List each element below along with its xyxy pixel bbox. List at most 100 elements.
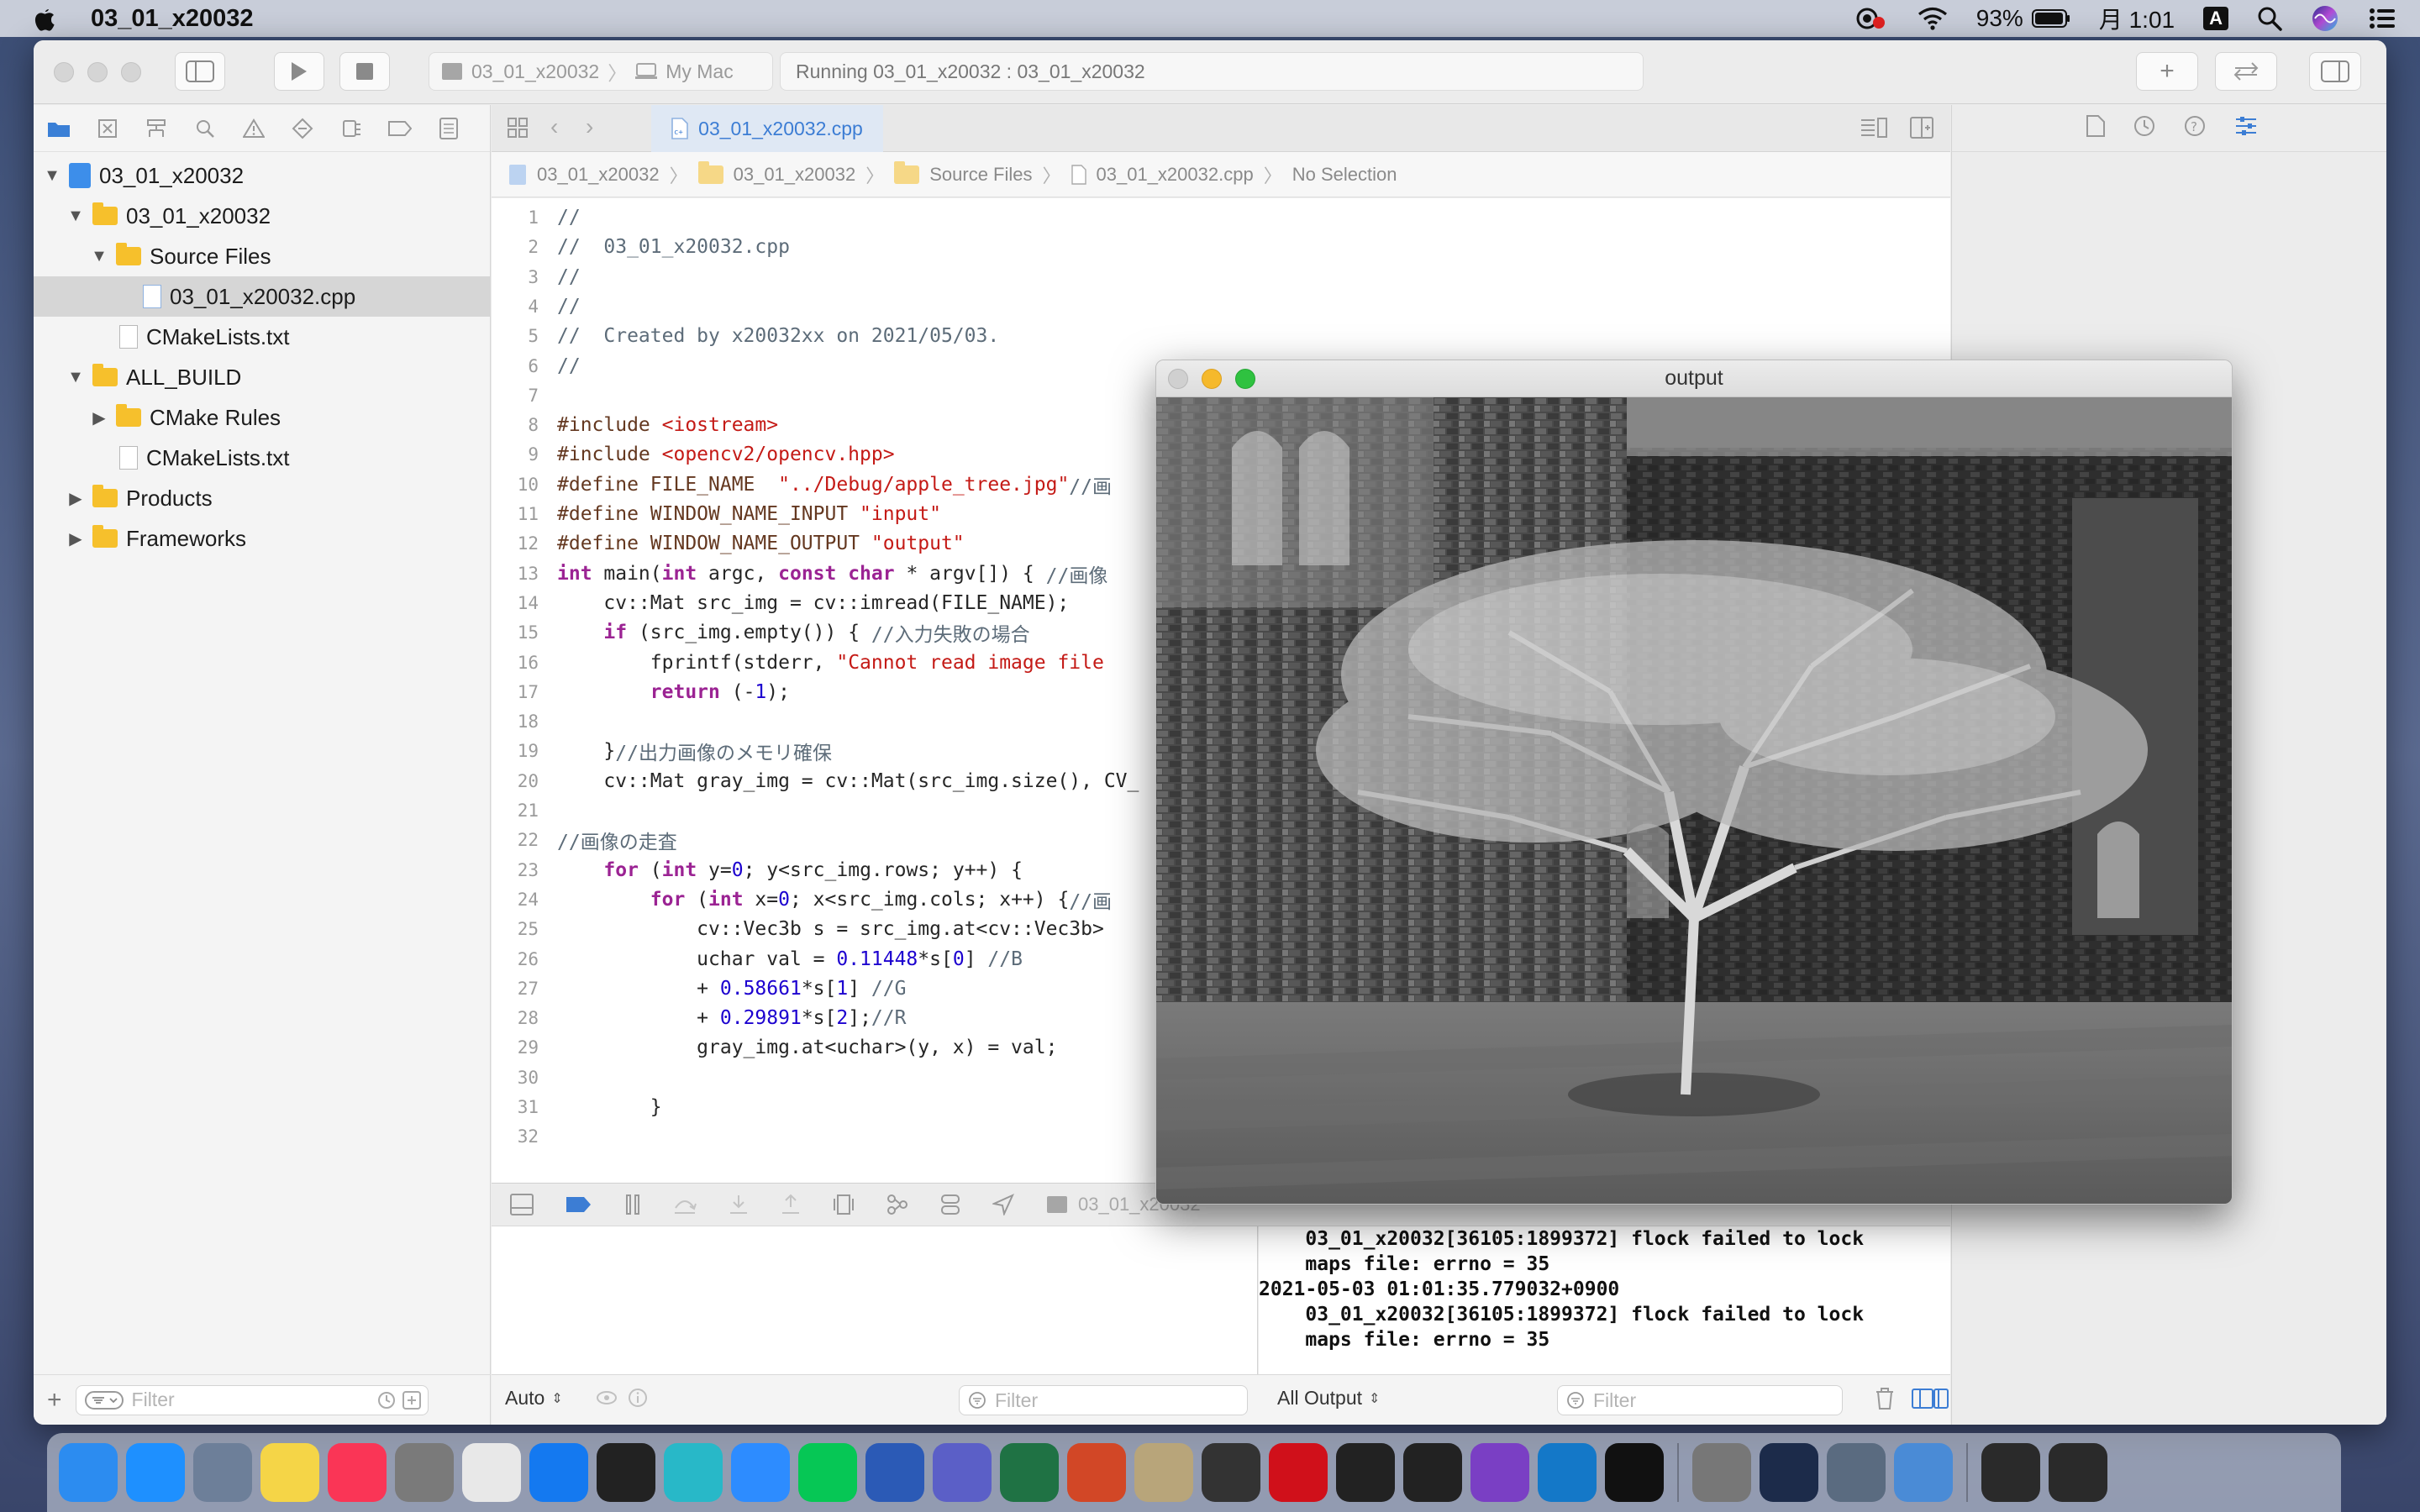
- variables-filter-input[interactable]: Filter: [959, 1385, 1248, 1415]
- code-line[interactable]: 30: [492, 1063, 557, 1092]
- code-line[interactable]: 23 for (int y= 0; y<src_img.rows; y++) {: [492, 856, 1023, 885]
- step-into-icon[interactable]: [729, 1194, 749, 1215]
- project-navigator-tab-icon[interactable]: [47, 117, 71, 140]
- clock[interactable]: 月 1:01: [2099, 2, 2175, 35]
- dock-app-exec-icon[interactable]: [2049, 1443, 2107, 1502]
- window-zoom-button[interactable]: [121, 62, 141, 82]
- scheme-selector[interactable]: 03_01_x20032 〉 My Mac: [429, 52, 773, 91]
- disclosure-collapsed-icon[interactable]: ▶: [66, 528, 86, 549]
- output-window-titlebar[interactable]: output: [1156, 360, 2232, 397]
- dock-app-notes-icon[interactable]: [260, 1443, 319, 1502]
- active-app-name[interactable]: 03_01_x20032: [91, 5, 254, 33]
- line-number[interactable]: 4: [492, 297, 557, 317]
- line-number[interactable]: 20: [492, 771, 557, 791]
- breakpoints-toggle-icon[interactable]: [566, 1195, 592, 1214]
- line-number[interactable]: 12: [492, 533, 557, 554]
- navigator-toggle-button[interactable]: [175, 52, 225, 91]
- source-control-tab-icon[interactable]: [96, 117, 119, 140]
- line-number[interactable]: 24: [492, 890, 557, 910]
- dock-app-exec-icon[interactable]: [1981, 1443, 2040, 1502]
- report-navigator-tab-icon[interactable]: [437, 117, 460, 140]
- screen-record-icon[interactable]: [1854, 6, 1889, 31]
- line-number[interactable]: 14: [492, 593, 557, 613]
- code-line[interactable]: 15 if (src_img.empty()) { //入力失敗の場合: [492, 618, 1030, 647]
- code-line[interactable]: 12 #define WINDOW_NAME_OUTPUT "output": [492, 529, 965, 558]
- code-review-button[interactable]: [2215, 52, 2277, 91]
- code-line[interactable]: 25 cv::Vec3b s = src_img.at<cv::Vec3b>: [492, 915, 1104, 943]
- line-number[interactable]: 3: [492, 267, 557, 287]
- dock-app-finder-icon[interactable]: [59, 1443, 118, 1502]
- disclosure-expanded-icon[interactable]: ▼: [66, 368, 86, 387]
- code-line[interactable]: 13 int main(int argc, const char * argv[]…: [492, 559, 1108, 588]
- spotlight-search-icon[interactable]: [2257, 6, 2282, 31]
- quick-help-icon[interactable]: ?: [2184, 115, 2206, 141]
- code-line[interactable]: 2// 03_01_x20032.cpp: [492, 233, 790, 261]
- line-number[interactable]: 19: [492, 741, 557, 761]
- code-line[interactable]: 27 + 0.58661 *s[1] //G: [492, 974, 907, 1003]
- tree-item[interactable]: ▶ CMake Rules: [34, 397, 491, 438]
- dock-app-acrobat-icon[interactable]: [1269, 1443, 1328, 1502]
- code-line[interactable]: 16 fprintf(stderr, "Cannot read image fi…: [492, 648, 1104, 677]
- tree-item[interactable]: ▼ ALL_BUILD: [34, 357, 491, 397]
- code-line[interactable]: 3//: [492, 263, 580, 291]
- navigator-filter-input[interactable]: Filter: [75, 1384, 429, 1415]
- line-number[interactable]: 22: [492, 830, 557, 850]
- line-number[interactable]: 26: [492, 949, 557, 969]
- dock-app-zoom-icon[interactable]: [731, 1443, 790, 1502]
- issue-navigator-tab-icon[interactable]: [242, 117, 266, 140]
- jumpbar-item-group[interactable]: Source Files: [929, 164, 1032, 186]
- siri-icon[interactable]: [2311, 4, 2339, 33]
- show-console-view-icon[interactable]: [1933, 1389, 1949, 1414]
- dock-app-instruments-icon[interactable]: [1760, 1443, 1818, 1502]
- tab-03-01-x20032-cpp[interactable]: c+ 03_01_x20032.cpp: [651, 105, 883, 152]
- disclosure-expanded-icon[interactable]: ▼: [42, 166, 62, 186]
- code-line[interactable]: 8 #include <iostream>: [492, 411, 778, 439]
- disclosure-collapsed-icon[interactable]: ▶: [89, 407, 109, 428]
- quick-look-icon[interactable]: [596, 1388, 618, 1413]
- console-filter-input[interactable]: Filter: [1557, 1385, 1843, 1415]
- code-line[interactable]: 14 cv::Mat src_img = cv::imread(FILE_NAM…: [492, 589, 1070, 617]
- window-close-button[interactable]: [54, 62, 74, 82]
- tree-item[interactable]: 03_01_x20032.cpp: [34, 276, 491, 317]
- dock-app-preview-icon[interactable]: [1894, 1443, 1953, 1502]
- line-number[interactable]: 2: [492, 237, 557, 257]
- line-number[interactable]: 15: [492, 622, 557, 643]
- code-line[interactable]: 6//: [492, 352, 580, 381]
- tree-item[interactable]: ▶ Frameworks: [34, 518, 491, 559]
- dock-app-line-icon[interactable]: [798, 1443, 857, 1502]
- line-number[interactable]: 23: [492, 860, 557, 880]
- code-line[interactable]: 29 gray_img.at<uchar>(y, x) = val;: [492, 1033, 1058, 1062]
- console-scope-selector[interactable]: All Output ⇕: [1277, 1387, 1380, 1410]
- line-number[interactable]: 7: [492, 386, 557, 406]
- line-number[interactable]: 29: [492, 1037, 557, 1058]
- inspector-toggle-button[interactable]: [2309, 52, 2361, 91]
- environment-overrides-icon[interactable]: [940, 1194, 960, 1215]
- console-output[interactable]: 03_01_x20032[36105:1899372] flock failed…: [1259, 1226, 1950, 1374]
- jumpbar-item-project[interactable]: 03_01_x20032: [537, 164, 660, 186]
- battery-status[interactable]: 93%: [1976, 5, 2070, 32]
- control-center-icon[interactable]: [2368, 7, 2396, 30]
- dock-app-epic-games-icon[interactable]: [1605, 1443, 1664, 1502]
- code-line[interactable]: 19 }//出力画像のメモリ確保: [492, 737, 832, 765]
- code-line[interactable]: 7: [492, 381, 557, 410]
- dock-app-utilities-icon[interactable]: [1827, 1443, 1886, 1502]
- code-line[interactable]: 32: [492, 1122, 557, 1151]
- forward-arrow-icon[interactable]: ›: [586, 113, 593, 140]
- run-button[interactable]: [274, 52, 324, 91]
- tree-item[interactable]: ▼ 03_01_x20032: [34, 196, 491, 236]
- pause-icon[interactable]: [624, 1194, 641, 1215]
- line-number[interactable]: 10: [492, 475, 557, 495]
- disclosure-expanded-icon[interactable]: ▼: [89, 247, 109, 266]
- tree-item[interactable]: CMakeLists.txt: [34, 438, 491, 478]
- code-line[interactable]: 17 return (- 1);: [492, 678, 790, 706]
- code-line[interactable]: 4//: [492, 292, 580, 321]
- code-line[interactable]: 24 for (int x= 0; x<src_img.cols; x++) {/…: [492, 885, 1112, 914]
- dock-app-maya-icon[interactable]: [664, 1443, 723, 1502]
- output-close-button[interactable]: [1168, 369, 1188, 389]
- dock-app-automator-icon[interactable]: [1692, 1443, 1751, 1502]
- show-variables-view-icon[interactable]: [1912, 1389, 1933, 1414]
- file-inspector-icon[interactable]: [2086, 115, 2105, 141]
- add-file-icon[interactable]: +: [47, 1386, 62, 1415]
- memory-graph-icon[interactable]: [886, 1194, 908, 1215]
- dock-app-teams-icon[interactable]: [933, 1443, 992, 1502]
